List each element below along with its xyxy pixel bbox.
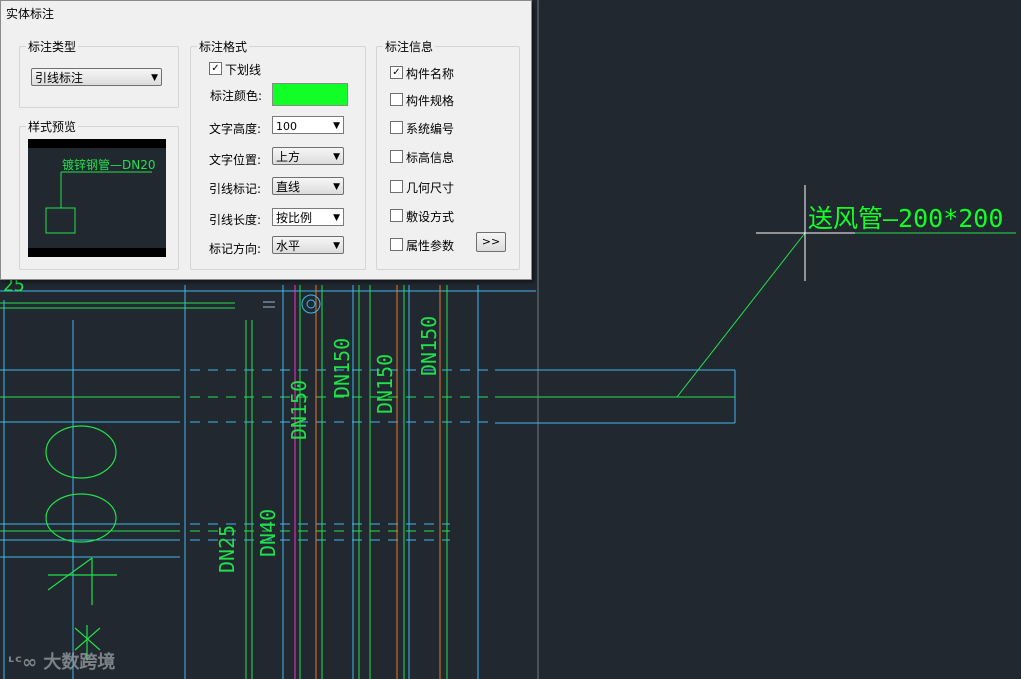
pipe-label-dn150-3: DN150	[373, 354, 397, 414]
annotation-info-label: 标注信息	[383, 38, 436, 55]
chevron-down-icon: ▼	[333, 213, 340, 223]
preview-drawing: 镀锌钢管—DN20	[45, 157, 156, 234]
dialog-titlebar[interactable]: 实体标注	[1, 1, 531, 23]
pipe-label-dn150-4: DN150	[417, 316, 441, 376]
pipe-label-dn150-2: DN150	[330, 338, 354, 398]
annotation-format-label: 标注格式	[197, 38, 250, 55]
geometry-size-checkbox[interactable]	[390, 180, 403, 193]
more-button[interactable]: >>	[476, 232, 506, 252]
chevron-down-icon: ▼	[333, 121, 340, 131]
laying-method-label: 敷设方式	[406, 210, 455, 224]
dialog-title: 实体标注	[6, 7, 55, 21]
large-dimension-text	[45, 425, 117, 660]
pipe-fitting-icon	[301, 294, 321, 314]
entity-annotation-dialog: 实体标注 标注类型 引线标注 ▼ 样式预览 镀锌钢管—DN20 标注格式 ✓ 下…	[0, 0, 532, 280]
style-preview-canvas: 镀锌钢管—DN20	[28, 139, 166, 257]
leader-length-value: 按比例	[276, 211, 313, 225]
horizontal-green-lines	[0, 302, 735, 532]
leader-mark-select[interactable]: 直线 ▼	[272, 177, 344, 195]
pipe-label-dn150-1: DN150	[287, 380, 311, 440]
text-position-value: 上方	[276, 150, 301, 164]
mark-direction-select[interactable]: 水平 ▼	[272, 236, 344, 254]
horizontal-pipes	[0, 290, 736, 558]
leader-length-label: 引线长度:	[209, 213, 262, 227]
chevron-down-icon: ▼	[333, 152, 340, 162]
annotation-type-value: 引线标注	[35, 71, 84, 85]
chevron-down-icon: ▼	[151, 73, 158, 83]
laying-method-checkbox[interactable]	[390, 209, 403, 222]
text-position-select[interactable]: 上方 ▼	[272, 147, 344, 165]
watermark: ᶫᶜ∞ 大数跨境	[8, 648, 115, 674]
preview-sample-text: 镀锌钢管—DN20	[62, 157, 156, 172]
text-height-select[interactable]: 100 ▼	[272, 116, 344, 134]
leader-mark-label: 引线标记:	[209, 182, 262, 196]
annotation-type-select[interactable]: 引线标注 ▼	[31, 68, 162, 86]
chevron-down-icon: ▼	[333, 182, 340, 192]
leader-mark-value: 直线	[276, 180, 301, 194]
dashed-green-segments	[190, 396, 490, 532]
property-params-checkbox[interactable]	[390, 238, 403, 251]
text-height-label: 文字高度:	[209, 122, 262, 136]
chevron-down-icon: ▼	[333, 241, 340, 251]
annotation-text: 送风管—200*200	[808, 204, 1003, 233]
vertical-pipes	[3, 285, 479, 679]
system-number-checkbox[interactable]	[390, 121, 403, 134]
text-height-value: 100	[276, 120, 297, 133]
component-spec-label: 构件规格	[406, 94, 455, 108]
geometry-size-label: 几何尺寸	[406, 181, 455, 195]
pipe-label-dn40: DN40	[256, 509, 280, 557]
underline-label: 下划线	[225, 63, 262, 77]
mark-direction-label: 标记方向:	[209, 242, 262, 256]
color-label: 标注颜色:	[210, 89, 263, 103]
text-position-label: 文字位置:	[209, 153, 262, 167]
pipe-label-dn25: DN25	[215, 525, 239, 573]
watermark-logo-icon: ᶫᶜ∞	[8, 652, 44, 673]
style-preview-label: 样式预览	[26, 118, 79, 135]
color-swatch[interactable]	[272, 83, 348, 106]
annotation-type-label: 标注类型	[26, 38, 79, 55]
elevation-info-label: 标高信息	[406, 151, 455, 165]
mark-direction-value: 水平	[276, 239, 301, 253]
leader-annotation: 送风管—200*200	[676, 185, 1016, 398]
property-params-label: 属性参数	[406, 239, 455, 253]
short-segments	[263, 301, 275, 308]
component-name-checkbox[interactable]: ✓	[390, 66, 403, 79]
leader-length-select[interactable]: 按比例 ▼	[272, 208, 344, 226]
component-name-label: 构件名称	[406, 67, 455, 81]
underline-checkbox[interactable]: ✓	[209, 62, 222, 75]
system-number-label: 系统编号	[406, 122, 455, 136]
watermark-text: 大数跨境	[43, 652, 116, 673]
elevation-info-checkbox[interactable]	[390, 150, 403, 163]
component-spec-checkbox[interactable]	[390, 93, 403, 106]
